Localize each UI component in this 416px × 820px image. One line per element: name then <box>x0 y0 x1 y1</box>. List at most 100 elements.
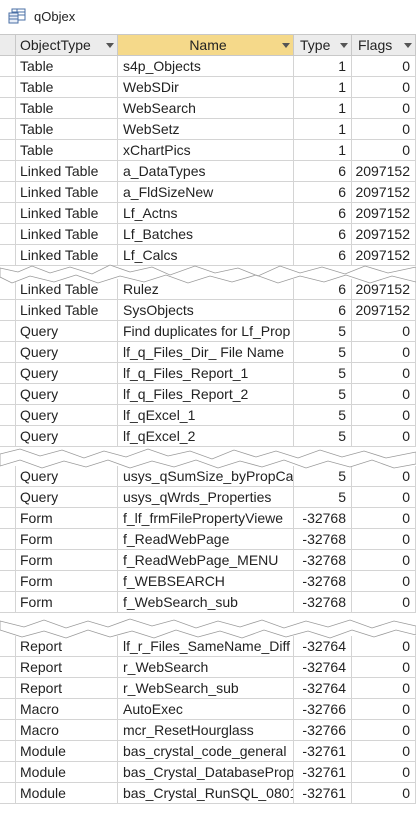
cell-name[interactable]: mcr_ResetHourglass <box>118 720 294 740</box>
table-row[interactable]: Query lf_q_Files_Report_1 5 0 <box>0 363 416 384</box>
cell-flags[interactable]: 0 <box>352 720 416 740</box>
cell-type[interactable]: -32768 <box>294 508 352 528</box>
cell-objecttype[interactable]: Query <box>16 405 118 425</box>
table-row[interactable]: Linked Table Lf_Batches 6 2097152 <box>0 224 416 245</box>
table-row[interactable]: Linked Table a_DataTypes 6 2097152 <box>0 161 416 182</box>
cell-type[interactable]: 5 <box>294 405 352 425</box>
select-all-corner[interactable] <box>0 35 16 55</box>
cell-name[interactable]: Find duplicates for Lf_Prop <box>118 321 294 341</box>
cell-name[interactable]: bas_Crystal_DatabaseProp <box>118 762 294 782</box>
cell-flags[interactable]: 0 <box>352 699 416 719</box>
sort-arrow-icon[interactable] <box>106 43 114 48</box>
cell-name[interactable]: WebSDir <box>118 77 294 97</box>
cell-objecttype[interactable]: Table <box>16 98 118 118</box>
table-row[interactable]: Macro mcr_ResetHourglass -32766 0 <box>0 720 416 741</box>
cell-objecttype[interactable]: Macro <box>16 720 118 740</box>
cell-flags[interactable]: 0 <box>352 77 416 97</box>
cell-flags[interactable]: 0 <box>352 762 416 782</box>
table-row[interactable]: Query lf_q_Files_Report_2 5 0 <box>0 384 416 405</box>
cell-flags[interactable]: 0 <box>352 363 416 383</box>
cell-objecttype[interactable]: Macro <box>16 699 118 719</box>
cell-type[interactable]: 1 <box>294 98 352 118</box>
cell-name[interactable]: usys_qWrds_Properties <box>118 487 294 507</box>
record-selector[interactable] <box>0 571 16 591</box>
cell-name[interactable]: bas_Crystal_RunSQL_0801 <box>118 783 294 803</box>
table-row[interactable]: Module bas_Crystal_RunSQL_0801 -32761 0 <box>0 783 416 804</box>
cell-objecttype[interactable]: Report <box>16 657 118 677</box>
cell-flags[interactable]: 0 <box>352 119 416 139</box>
cell-name[interactable]: Lf_Actns <box>118 203 294 223</box>
record-selector[interactable] <box>0 699 16 719</box>
cell-flags[interactable]: 2097152 <box>352 300 416 320</box>
record-selector[interactable] <box>0 592 16 612</box>
cell-flags[interactable]: 0 <box>352 741 416 761</box>
table-row[interactable]: Module bas_Crystal_DatabaseProp -32761 0 <box>0 762 416 783</box>
cell-flags[interactable]: 0 <box>352 342 416 362</box>
cell-objecttype[interactable]: Form <box>16 508 118 528</box>
cell-name[interactable]: f_ReadWebPage <box>118 529 294 549</box>
table-row[interactable]: Form f_lf_frmFilePropertyViewe -32768 0 <box>0 508 416 529</box>
cell-type[interactable]: -32764 <box>294 678 352 698</box>
table-row[interactable]: Linked Table SysObjects 6 2097152 <box>0 300 416 321</box>
cell-flags[interactable]: 0 <box>352 405 416 425</box>
table-row[interactable]: Report r_WebSearch -32764 0 <box>0 657 416 678</box>
table-row[interactable]: Query lf_qExcel_1 5 0 <box>0 405 416 426</box>
record-selector[interactable] <box>0 182 16 202</box>
column-header-flags[interactable]: Flags <box>352 35 416 55</box>
cell-type[interactable]: -32768 <box>294 571 352 591</box>
table-row[interactable]: Module bas_crystal_code_general -32761 0 <box>0 741 416 762</box>
cell-objecttype[interactable]: Form <box>16 550 118 570</box>
cell-type[interactable]: 5 <box>294 342 352 362</box>
cell-name[interactable]: WebSearch <box>118 98 294 118</box>
cell-name[interactable]: WebSetz <box>118 119 294 139</box>
cell-flags[interactable]: 0 <box>352 384 416 404</box>
table-row[interactable]: Query lf_q_Files_Dir_ File Name 5 0 <box>0 342 416 363</box>
cell-flags[interactable]: 2097152 <box>352 224 416 244</box>
cell-name[interactable]: a_DataTypes <box>118 161 294 181</box>
cell-name[interactable]: lf_q_Files_Report_1 <box>118 363 294 383</box>
cell-objecttype[interactable]: Table <box>16 56 118 76</box>
cell-type[interactable]: -32761 <box>294 741 352 761</box>
cell-type[interactable]: 5 <box>294 487 352 507</box>
cell-type[interactable]: -32766 <box>294 699 352 719</box>
cell-name[interactable]: r_WebSearch_sub <box>118 678 294 698</box>
cell-objecttype[interactable]: Query <box>16 321 118 341</box>
cell-objecttype[interactable]: Query <box>16 384 118 404</box>
cell-type[interactable]: 5 <box>294 384 352 404</box>
cell-name[interactable]: r_WebSearch <box>118 657 294 677</box>
cell-flags[interactable]: 0 <box>352 783 416 803</box>
record-selector[interactable] <box>0 161 16 181</box>
record-selector[interactable] <box>0 224 16 244</box>
cell-objecttype[interactable]: Linked Table <box>16 161 118 181</box>
record-selector[interactable] <box>0 405 16 425</box>
cell-type[interactable]: -32761 <box>294 783 352 803</box>
cell-type[interactable]: 1 <box>294 77 352 97</box>
cell-type[interactable]: 6 <box>294 161 352 181</box>
cell-objecttype[interactable]: Linked Table <box>16 182 118 202</box>
cell-objecttype[interactable]: Linked Table <box>16 203 118 223</box>
cell-name[interactable]: lf_q_Files_Dir_ File Name <box>118 342 294 362</box>
table-row[interactable]: Form f_ReadWebPage -32768 0 <box>0 529 416 550</box>
cell-type[interactable]: -32768 <box>294 550 352 570</box>
cell-flags[interactable]: 0 <box>352 657 416 677</box>
column-header-objecttype[interactable]: ObjectType <box>16 35 118 55</box>
cell-objecttype[interactable]: Form <box>16 571 118 591</box>
cell-objecttype[interactable]: Module <box>16 741 118 761</box>
record-selector[interactable] <box>0 77 16 97</box>
record-selector[interactable] <box>0 741 16 761</box>
cell-name[interactable]: lf_qExcel_1 <box>118 405 294 425</box>
record-selector[interactable] <box>0 508 16 528</box>
cell-flags[interactable]: 0 <box>352 140 416 160</box>
cell-type[interactable]: 6 <box>294 203 352 223</box>
cell-type[interactable]: 1 <box>294 140 352 160</box>
sort-arrow-icon[interactable] <box>282 43 290 48</box>
cell-type[interactable]: -32766 <box>294 720 352 740</box>
cell-name[interactable]: s4p_Objects <box>118 56 294 76</box>
record-selector[interactable] <box>0 203 16 223</box>
cell-type[interactable]: -32768 <box>294 529 352 549</box>
cell-type[interactable]: 5 <box>294 363 352 383</box>
cell-objecttype[interactable]: Table <box>16 77 118 97</box>
cell-name[interactable]: AutoExec <box>118 699 294 719</box>
cell-objecttype[interactable]: Query <box>16 342 118 362</box>
column-header-name[interactable]: Name <box>118 35 294 55</box>
